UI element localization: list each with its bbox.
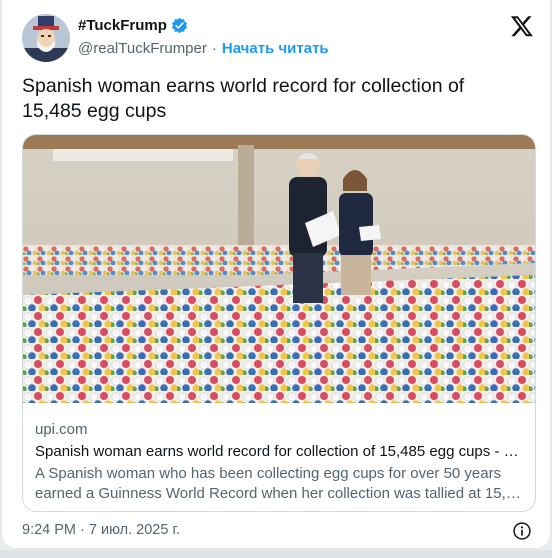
link-title[interactable]: Spanish woman earns world record for col…	[35, 442, 525, 462]
link-domain: upi.com	[35, 421, 88, 438]
handle-separator: ·	[211, 40, 217, 57]
tweet-timestamp[interactable]: 9:24 PM · 7 июл. 2025 г.	[22, 522, 180, 538]
link-preview-meta: upi.com Spanish woman earns world record…	[35, 420, 525, 504]
info-icon[interactable]	[512, 521, 532, 541]
author-display-name[interactable]: #TuckFrump	[78, 17, 167, 34]
x-logo-icon[interactable]	[510, 14, 534, 38]
author-handle[interactable]: @realTuckFrumper	[78, 40, 207, 57]
page-bottom-strip	[0, 550, 552, 558]
avatar[interactable]	[22, 14, 70, 62]
link-preview-card[interactable]: upi.com Spanish woman earns world record…	[22, 134, 536, 512]
verified-badge-icon	[171, 17, 187, 34]
link-preview-image	[23, 135, 535, 403]
tweet-card: #TuckFrump @realTuckFrumper · Начать чит…	[2, 0, 550, 548]
author-name-row: #TuckFrump	[78, 17, 188, 34]
link-description-line-1: A Spanish woman who has been collecting …	[35, 465, 502, 482]
link-description-line-2: earned a Guinness World Record when her …	[35, 485, 525, 502]
author-handle-row: @realTuckFrumper · Начать читать	[78, 40, 329, 57]
tweet-text: Spanish woman earns world record for col…	[22, 75, 465, 122]
link-description: A Spanish woman who has been collecting …	[35, 464, 525, 504]
avatar-image	[22, 14, 70, 62]
follow-button[interactable]: Начать читать	[222, 40, 329, 57]
